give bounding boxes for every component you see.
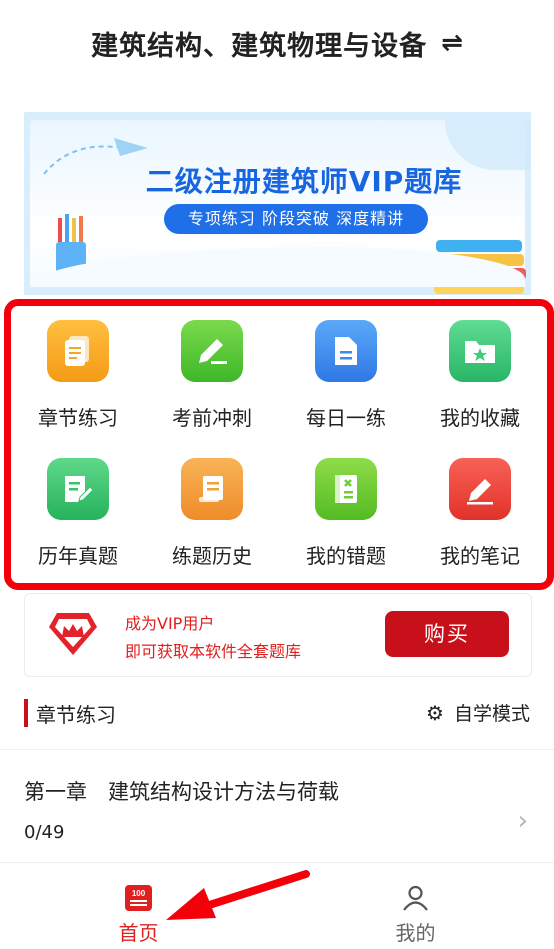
promo-banner[interactable]: 二级注册建筑师VIP题库 专项练习 阶段突破 深度精讲 xyxy=(24,112,531,295)
grid-item-label: 我的笔记 xyxy=(440,544,520,568)
file-icon xyxy=(315,320,377,382)
banner-subtitle: 专项练习 阶段突破 深度精讲 xyxy=(164,204,428,234)
study-mode-toggle[interactable]: ⚙ 自学模式 xyxy=(426,699,530,726)
error-book-icon xyxy=(315,458,377,520)
grid-item-notes[interactable]: 我的笔记 xyxy=(413,444,547,582)
buy-button[interactable]: 购买 xyxy=(385,611,509,657)
svg-text:100: 100 xyxy=(132,889,146,898)
divider xyxy=(0,749,554,750)
pen-icon xyxy=(181,320,243,382)
document-icon xyxy=(47,320,109,382)
chapter-list-item[interactable]: 第一章 建筑结构设计方法与荷载 0/49 › xyxy=(0,752,554,860)
vip-crown-icon xyxy=(49,613,97,655)
grid-item-daily[interactable]: 每日一练 xyxy=(279,306,413,444)
user-icon xyxy=(403,885,428,911)
chevron-right-icon: › xyxy=(517,806,528,836)
function-grid: 章节练习 考前冲刺 每日一练 我的收藏 历年真题 练题历史 我的错题 我的笔记 xyxy=(4,299,554,590)
vip-card: 成为VIP用户 即可获取本软件全套题库 购买 xyxy=(24,593,532,677)
grid-item-past-exams[interactable]: 历年真题 xyxy=(11,444,145,582)
page-title[interactable]: 建筑结构、建筑物理与设备 xyxy=(91,24,427,63)
home-icon: 100 xyxy=(125,885,152,911)
study-mode-label: 自学模式 xyxy=(453,703,530,725)
grid-item-history[interactable]: 练题历史 xyxy=(145,444,279,582)
vip-title: 成为VIP用户 xyxy=(125,614,215,633)
vip-description: 即可获取本软件全套题库 xyxy=(125,642,302,661)
tab-profile-label: 我的 xyxy=(395,921,436,945)
grid-item-label: 练题历史 xyxy=(172,544,252,568)
section-title: 章节练习 xyxy=(36,703,116,727)
grid-item-chapter-practice[interactable]: 章节练习 xyxy=(11,306,145,444)
grid-item-label: 章节练习 xyxy=(38,406,118,430)
section-header: 章节练习 ⚙ 自学模式 xyxy=(24,697,530,731)
grid-item-wrong-questions[interactable]: 我的错题 xyxy=(279,444,413,582)
chapter-progress: 0/49 xyxy=(24,822,65,843)
grid-item-favorites[interactable]: 我的收藏 xyxy=(413,306,547,444)
gear-icon: ⚙ xyxy=(426,701,444,725)
section-marker xyxy=(24,699,28,727)
note-pen-icon xyxy=(449,458,511,520)
paper-pen-icon xyxy=(47,458,109,520)
tab-profile[interactable]: 我的 xyxy=(277,863,554,949)
chapter-title: 第一章 建筑结构设计方法与荷载 xyxy=(24,780,339,804)
grid-item-label: 每日一练 xyxy=(306,406,386,430)
banner-background: 二级注册建筑师VIP题库 专项练习 阶段突破 深度精讲 xyxy=(30,120,531,294)
red-arrow-annotation xyxy=(166,870,310,920)
grid-item-sprint[interactable]: 考前冲刺 xyxy=(145,306,279,444)
switch-icon[interactable]: ⇌ xyxy=(441,28,463,58)
banner-title: 二级注册建筑师VIP题库 xyxy=(145,165,463,198)
header: 建筑结构、建筑物理与设备 ⇌ xyxy=(0,0,554,86)
grid-item-label: 历年真题 xyxy=(38,544,118,568)
grid-item-label: 考前冲刺 xyxy=(172,406,252,430)
scroll-icon xyxy=(181,458,243,520)
grid-item-label: 我的收藏 xyxy=(440,406,520,430)
grid-item-label: 我的错题 xyxy=(306,544,386,568)
folder-star-icon xyxy=(449,320,511,382)
